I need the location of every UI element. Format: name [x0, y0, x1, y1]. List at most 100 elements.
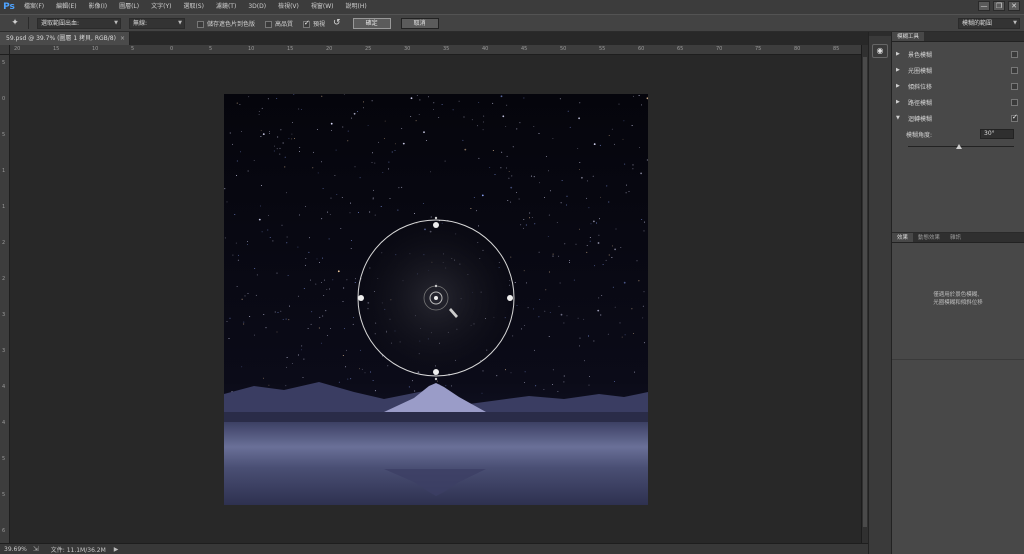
- doc-info: 文件: 11.1M/36.2M: [50, 546, 106, 554]
- blur-tools-list: ▶ 景色模糊 ▶ 光圈模糊 ▶ 傾斜位移 ▶ 路徑模糊 ▼ 迴轉模糊: [892, 42, 1024, 126]
- output-select[interactable]: 選取範圍出血: ▼: [37, 17, 121, 29]
- preview-checkbox[interactable]: 預視: [303, 19, 325, 28]
- effects-message-line2: 光圈模糊和傾斜位移: [933, 300, 983, 306]
- minimize-button[interactable]: —: [978, 1, 990, 11]
- blur-angle-input[interactable]: 30°: [980, 129, 1014, 139]
- ruler-label: 80: [794, 46, 801, 52]
- document-tab[interactable]: 59.psd @ 39.7% (圖層 1 拷貝, RGB/8) ×: [0, 32, 130, 45]
- high-quality-checkbox[interactable]: 高品質: [265, 19, 293, 28]
- ruler-corner: [0, 45, 10, 55]
- vertical-ruler[interactable]: 5 0 5 1 1 2 2 3 3 4 4 5 5 6: [0, 55, 10, 543]
- menu-item[interactable]: 檔案(F): [18, 0, 50, 14]
- blur-tool-checkbox[interactable]: [1011, 113, 1018, 122]
- blur-tool-name: 路徑模糊: [908, 99, 933, 107]
- ruler-label: 10: [92, 46, 99, 52]
- ruler-label: 70: [716, 46, 723, 52]
- blur-tool-name: 光圈模糊: [908, 67, 933, 75]
- undo-arrow-icon[interactable]: ↺: [333, 18, 341, 28]
- ring-handle-right[interactable]: [507, 295, 513, 301]
- ring-handle-top[interactable]: [433, 222, 439, 228]
- vertical-scrollbar[interactable]: [861, 45, 868, 543]
- ok-button[interactable]: 確定: [352, 17, 391, 29]
- right-panel-dock: 模糊工具 ▶ 景色模糊 ▶ 光圈模糊 ▶ 傾斜位移 ▶ 路徑模糊 ▼ 迴轉模糊 模糊角度: 30°…: [892, 32, 1024, 554]
- save-mask-checkbox[interactable]: 儲存遮色片到色版: [197, 19, 255, 28]
- export-icon[interactable]: ⇲: [33, 545, 39, 553]
- ruler-label: 5: [2, 60, 6, 66]
- menu-item[interactable]: 視窗(W): [305, 0, 340, 14]
- ruler-label: 85: [833, 46, 840, 52]
- menu-item[interactable]: 濾鏡(T): [210, 0, 242, 14]
- zoom-level[interactable]: 39.69%: [4, 546, 27, 553]
- ruler-label: 5: [2, 132, 6, 138]
- blur-tool-checkbox[interactable]: [1011, 82, 1018, 90]
- ruler-label: 2: [2, 240, 6, 246]
- close-button[interactable]: ✕: [1008, 1, 1020, 11]
- expand-right-icon[interactable]: ▶: [896, 51, 904, 57]
- effects-message-line1: 僅適用於景色模糊、: [933, 292, 983, 298]
- blur-tools-tabbar: 模糊工具: [892, 32, 1024, 42]
- menu-item[interactable]: 檢視(V): [272, 0, 305, 14]
- blur-angle-slider[interactable]: [908, 144, 1014, 150]
- document-canvas[interactable]: [224, 94, 648, 505]
- expand-right-icon[interactable]: ▶: [896, 67, 904, 73]
- ruler-label: 35: [443, 46, 450, 52]
- menu-item[interactable]: 說明(H): [340, 0, 373, 14]
- menu-item[interactable]: 3D(D): [242, 0, 272, 14]
- ruler-label: 0: [170, 46, 174, 52]
- blur-tool-row[interactable]: ▶ 傾斜位移: [892, 78, 1024, 94]
- panel-icon-strip: ◉: [868, 32, 892, 554]
- menu-item[interactable]: 影像(I): [83, 0, 113, 14]
- ring-handle-bottom[interactable]: [433, 369, 439, 375]
- blur-angle-slider-thumb[interactable]: [955, 144, 962, 149]
- blur-tool-name: 迴轉模糊: [908, 115, 933, 123]
- ring-handle-left[interactable]: [358, 295, 364, 301]
- tab-blur-tools[interactable]: 模糊工具: [892, 32, 925, 41]
- expand-down-icon[interactable]: ▼: [896, 115, 904, 121]
- blur-tool-row[interactable]: ▶ 景色模糊: [892, 46, 1024, 62]
- workspace-select[interactable]: 模糊的範圍 ▼: [958, 18, 1020, 29]
- cancel-button[interactable]: 取消: [400, 17, 439, 29]
- eye-icon[interactable]: ◉: [872, 44, 888, 58]
- mode-select[interactable]: 無線: ▼: [129, 17, 185, 29]
- ruler-label: 55: [599, 46, 606, 52]
- ruler-label: 15: [287, 46, 294, 52]
- menu-item[interactable]: 圖層(L): [113, 0, 145, 14]
- menu-item[interactable]: 文字(Y): [145, 0, 177, 14]
- status-bar: 39.69% ⇲ 文件: 11.1M/36.2M ▶: [0, 543, 868, 554]
- ruler-label: 3: [2, 348, 6, 354]
- menu-item[interactable]: 選取(S): [177, 0, 210, 14]
- menu-item[interactable]: 編輯(E): [50, 0, 82, 14]
- expand-right-icon[interactable]: ▶: [896, 99, 904, 105]
- ruler-label: 20: [326, 46, 333, 52]
- restore-button[interactable]: ❐: [993, 1, 1005, 11]
- effects-tab[interactable]: 效果: [892, 233, 914, 242]
- expand-right-icon[interactable]: ▶: [896, 83, 904, 89]
- blur-tool-checkbox[interactable]: [1011, 50, 1018, 58]
- horizontal-ruler[interactable]: 20 15 10 5 0 5 10 15 20 25 30 35 40 45 50 55 60 65 70 75 80 8…: [10, 45, 868, 55]
- menu-bar: Ps 檔案(F) 編輯(E) 影像(I) 圖層(L) 文字(Y) 選取(S) 濾鏡(T) 3D…: [0, 0, 1024, 14]
- blur-tool-row[interactable]: ▶ 光圈模糊: [892, 62, 1024, 78]
- ruler-label: 40: [482, 46, 489, 52]
- ruler-label: 5: [2, 456, 6, 462]
- blur-angle-label: 模糊角度:: [906, 131, 933, 139]
- blur-tool-checkbox[interactable]: [1011, 98, 1018, 106]
- blur-tool-row[interactable]: ▶ 路徑模糊: [892, 94, 1024, 110]
- ruler-label: 5: [131, 46, 135, 52]
- status-arrow-icon[interactable]: ▶: [114, 546, 119, 553]
- effects-tab[interactable]: 雜訊: [945, 233, 966, 242]
- blur-tool-row[interactable]: ▼ 迴轉模糊: [892, 110, 1024, 126]
- pin-tool-icon[interactable]: ✦: [8, 17, 22, 29]
- high-quality-check[interactable]: [265, 20, 273, 28]
- ruler-label: 1: [2, 168, 6, 174]
- ruler-label: 6: [2, 528, 6, 534]
- ruler-label: 65: [677, 46, 684, 52]
- preview-check[interactable]: [303, 19, 311, 28]
- close-tab-icon[interactable]: ×: [120, 32, 125, 45]
- blur-tool-checkbox[interactable]: [1011, 66, 1018, 74]
- save-mask-check[interactable]: [197, 20, 204, 28]
- effects-tab[interactable]: 動態效果: [913, 233, 945, 242]
- blur-center-dot[interactable]: [434, 296, 438, 300]
- ruler-label: 50: [560, 46, 567, 52]
- ruler-label: 15: [53, 46, 60, 52]
- ruler-label: 4: [2, 420, 6, 426]
